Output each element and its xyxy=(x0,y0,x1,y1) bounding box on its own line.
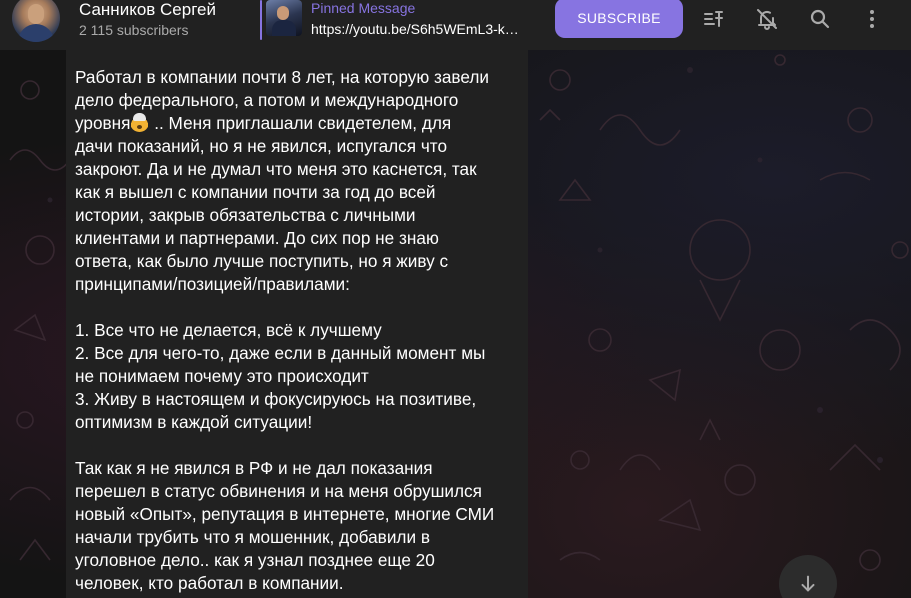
message-line: дачи показаний, но я не явился, испугалс… xyxy=(75,136,448,156)
message-line: человек, кто работал в компании. xyxy=(75,573,344,593)
message-text: Работал в компании почти 8 лет, на котор… xyxy=(75,66,521,595)
message-line: новый «Опыт», репутация в интернете, мно… xyxy=(75,504,495,524)
message-line: закроют. Да и не думал что меня это касн… xyxy=(75,159,477,179)
message-line-start: уровня xyxy=(75,113,131,133)
message-line-tail: .. Меня приглашали свидетелем, для xyxy=(149,113,452,133)
message-line: как я вышел с компании почти за год до в… xyxy=(75,182,436,202)
message-line: клиентами и партнерами. До сих пор не зн… xyxy=(75,228,439,248)
pinned-text: https://youtu.be/S6h5WEmL3-k… xyxy=(311,21,519,37)
channel-avatar[interactable] xyxy=(12,0,60,42)
message-line: истории, закрыв обязательства с личными xyxy=(75,205,416,225)
list-item: не понимаем почему это происходит xyxy=(75,366,369,386)
message-line: принципами/позицией/правилами: xyxy=(75,274,350,294)
search-icon[interactable] xyxy=(802,0,838,38)
more-vertical-icon[interactable] xyxy=(854,0,890,38)
subscriber-count: 2 115 subscribers xyxy=(79,22,189,38)
message-line: уголовное дело.. как я узнал позднее еще… xyxy=(75,550,435,570)
message-line: ответа, как было лучше поступить, но я ж… xyxy=(75,251,449,271)
pinned-thumbnail xyxy=(266,0,302,36)
chat-header: Санников Сергей 2 115 subscribers Pinned… xyxy=(0,0,911,50)
message-line: уровня .. Меня приглашали свидетелем, дл… xyxy=(75,112,521,135)
pinned-indicator-bar xyxy=(260,0,262,40)
pinned-title: Pinned Message xyxy=(311,0,416,16)
list-item: оптимизм в каждой ситуации! xyxy=(75,412,313,432)
arrow-down-icon xyxy=(801,575,815,592)
message-line: перешел в статус обвинения и на меня обр… xyxy=(75,481,482,501)
message-line: дело федерального, а потом и международн… xyxy=(75,90,459,110)
exploding-head-emoji xyxy=(130,113,150,132)
list-item: 2. Все для чего-то, даже если в данный м… xyxy=(75,343,486,363)
mute-bell-icon[interactable] xyxy=(749,0,785,38)
message-line: начали трубить что я мошенник, добавили … xyxy=(75,527,430,547)
pinned-list-icon[interactable] xyxy=(696,0,732,38)
channel-name[interactable]: Санников Сергей xyxy=(79,0,216,20)
list-item: 3. Живу в настоящем и фокусируюсь на поз… xyxy=(75,389,477,409)
subscribe-button[interactable]: SUBSCRIBE xyxy=(555,0,683,38)
message-line: Работал в компании почти 8 лет, на котор… xyxy=(75,67,489,87)
pinned-message[interactable]: Pinned Message https://youtu.be/S6h5WEmL… xyxy=(260,0,540,40)
list-item: 1. Все что не делается, всё к лучшему xyxy=(75,320,382,340)
message-line: Так как я не явился в РФ и не дал показа… xyxy=(75,458,433,478)
